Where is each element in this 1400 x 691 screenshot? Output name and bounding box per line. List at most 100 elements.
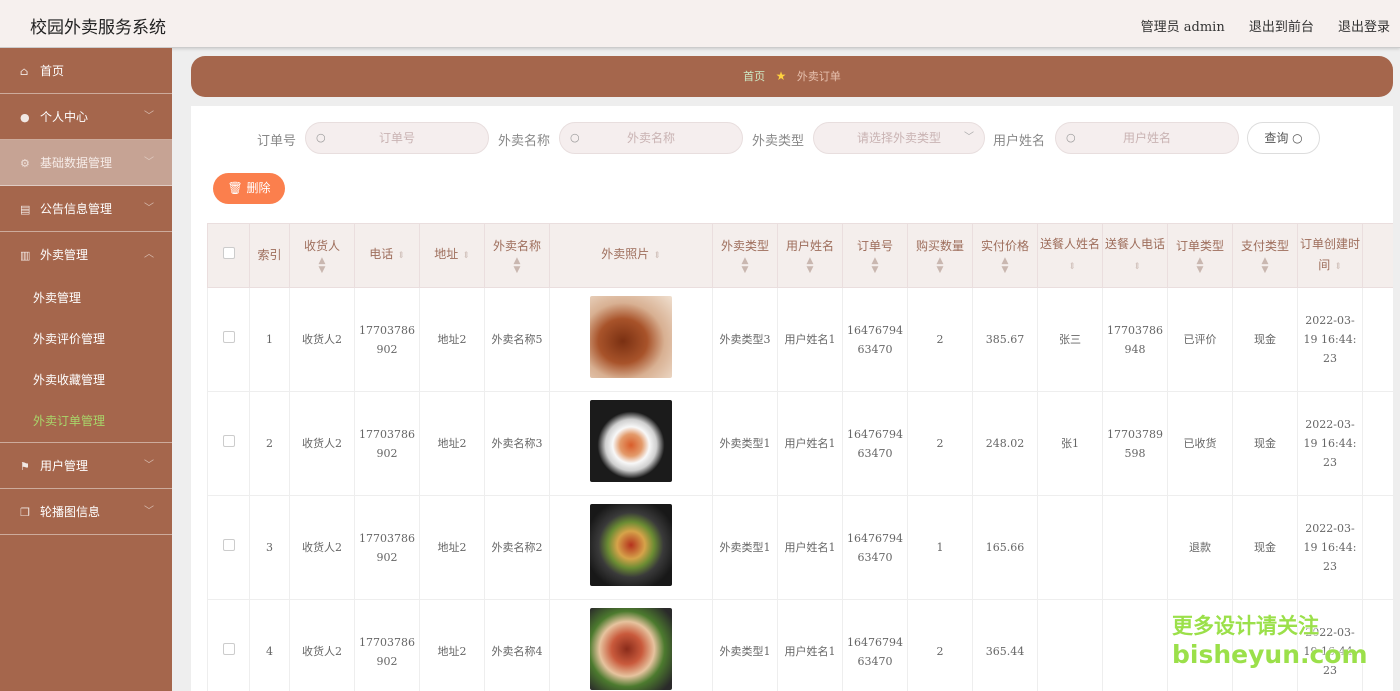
cell-address: 地址2 (420, 600, 485, 691)
cell-order-type: 已评价 (1168, 288, 1233, 392)
chevron-down-icon: ﹀ (144, 489, 154, 535)
sort-icon: ▲▼ (845, 257, 905, 275)
cell-address: 地址2 (420, 392, 485, 496)
top-bar: 校园外卖服务系统 管理员 admin 退出到前台 退出登录 (0, 0, 1400, 48)
col-header-food-type[interactable]: 外卖类型▲▼ (713, 224, 778, 288)
cell-food-type: 外卖类型3 (713, 288, 778, 392)
trash-icon: 🗑 (227, 181, 242, 195)
col-header-index: 索引 (250, 224, 290, 288)
cell-food-name: 外卖名称2 (485, 496, 550, 600)
cell-qty: 1 (908, 496, 973, 600)
cell-receiver: 收货人2 (290, 496, 355, 600)
app-title: 校园外卖服务系统 (30, 13, 166, 38)
food-photo[interactable] (590, 504, 672, 586)
sort-icon: ▲▼ (487, 257, 547, 275)
sidebar-item-home[interactable]: ⌂首页 (0, 48, 172, 94)
cell-qty: 2 (908, 288, 973, 392)
chevron-down-icon: ﹀ (144, 443, 154, 489)
cell-food-photo (550, 600, 713, 691)
cell-food-type: 外卖类型1 (713, 496, 778, 600)
col-header-pay-type[interactable]: 支付类型▲▼ (1233, 224, 1298, 288)
col-header-receiver[interactable]: 收货人▲▼ (290, 224, 355, 288)
row-checkbox[interactable] (223, 643, 235, 655)
cell-receiver: 收货人2 (290, 600, 355, 691)
cell-user-name: 用户姓名1 (778, 392, 843, 496)
select-all-checkbox[interactable] (223, 247, 235, 259)
select-all-checkbox-cell[interactable] (208, 224, 250, 288)
col-header-address[interactable]: 地址⇕ (420, 224, 485, 288)
order-no-input[interactable]: ○ 订单号 (305, 122, 489, 154)
col-header-user-name[interactable]: 用户姓名▲▼ (778, 224, 843, 288)
sidebar-item-food[interactable]: ▥外卖管理 ︿ (0, 232, 172, 278)
sidebar: ⌂首页 ●个人中心 ﹀ ⚙基础数据管理 ﹀ ▤公告信息管理 ﹀ ▥外卖管理 ︿ … (0, 48, 172, 691)
col-header-courier-phone[interactable]: 送餐人电话⇕ (1103, 224, 1168, 288)
sidebar-item-personal-center[interactable]: ●个人中心 ﹀ (0, 94, 172, 140)
sidebar-subitem-food[interactable]: 外卖管理 (0, 278, 172, 319)
admin-user-link[interactable]: 管理员 admin (1141, 20, 1225, 35)
col-header-phone[interactable]: 电话⇕ (355, 224, 420, 288)
cell-qty: 2 (908, 392, 973, 496)
cell-price: 165.66 (973, 496, 1038, 600)
cell-created: 2022-03-19 16:44:23 (1298, 288, 1363, 392)
cell-user-name: 用户姓名1 (778, 496, 843, 600)
cell-receiver: 收货人2 (290, 392, 355, 496)
cell-phone: 17703786902 (355, 392, 420, 496)
cell-food-type: 外卖类型1 (713, 392, 778, 496)
chevron-down-icon: ﹀ (144, 140, 154, 186)
sidebar-item-basic-data[interactable]: ⚙基础数据管理 ﹀ (0, 140, 172, 186)
sidebar-subitem-food-order[interactable]: 外卖订单管理 (0, 401, 172, 442)
cell-food-photo (550, 496, 713, 600)
chevron-down-icon: ﹀ (144, 186, 154, 232)
sidebar-item-label: 个人中心 (40, 110, 88, 124)
col-header-courier-name[interactable]: 送餐人姓名⇕ (1038, 224, 1103, 288)
cell-address: 地址2 (420, 288, 485, 392)
sidebar-item-notice[interactable]: ▤公告信息管理 ﹀ (0, 186, 172, 232)
col-header-created[interactable]: 订单创建时间⇕ (1298, 224, 1363, 288)
cell-actions (1363, 392, 1394, 496)
cell-price: 248.02 (973, 392, 1038, 496)
col-header-food-photo[interactable]: 外卖照片⇕ (550, 224, 713, 288)
col-header-order-no[interactable]: 订单号▲▼ (843, 224, 908, 288)
sidebar-item-users[interactable]: ⚑ 用户管理 ﹀ (0, 443, 172, 489)
sidebar-submenu: 外卖管理 外卖评价管理 外卖收藏管理 外卖订单管理 (0, 278, 172, 443)
sort-icon: ⇕ (1133, 262, 1141, 272)
search-icon: ○ (1066, 123, 1076, 153)
row-checkbox[interactable] (223, 539, 235, 551)
row-checkbox[interactable] (223, 331, 235, 343)
col-header-qty[interactable]: 购买数量▲▼ (908, 224, 973, 288)
delete-button[interactable]: 🗑 删除 (213, 173, 285, 204)
user-icon: ● (20, 95, 34, 141)
col-header-order-type[interactable]: 订单类型▲▼ (1168, 224, 1233, 288)
col-header-food-name[interactable]: 外卖名称▲▼ (485, 224, 550, 288)
sort-icon: ⇕ (462, 251, 470, 261)
breadcrumb: 首页 ★ 外卖订单 (191, 56, 1393, 97)
food-name-input[interactable]: ○ 外卖名称 (559, 122, 743, 154)
row-checkbox[interactable] (223, 435, 235, 447)
col-header-price[interactable]: 实付价格▲▼ (973, 224, 1038, 288)
sidebar-item-label: 用户管理 (40, 459, 88, 473)
sidebar-subitem-food-review[interactable]: 外卖评价管理 (0, 319, 172, 360)
query-button[interactable]: 查询 ○ (1247, 122, 1320, 154)
cell-phone: 17703786902 (355, 288, 420, 392)
sort-icon: ⇕ (397, 251, 405, 261)
sidebar-subitem-food-favorite[interactable]: 外卖收藏管理 (0, 360, 172, 401)
user-name-input[interactable]: ○ 用户姓名 (1055, 122, 1239, 154)
cell-order-type: 退款 (1168, 496, 1233, 600)
cell-created: 2022-03-19 16:44:23 (1298, 392, 1363, 496)
food-photo[interactable] (590, 608, 672, 690)
exit-to-frontend-link[interactable]: 退出到前台 (1249, 20, 1314, 35)
food-photo[interactable] (590, 400, 672, 482)
sidebar-item-label: 公告信息管理 (40, 202, 112, 216)
logout-link[interactable]: 退出登录 (1338, 20, 1390, 35)
food-type-select[interactable]: 请选择外卖类型 ﹀ (813, 122, 985, 154)
cell-food-photo (550, 288, 713, 392)
cell-food-type: 外卖类型1 (713, 600, 778, 691)
flag-icon: ⚑ (20, 444, 34, 490)
breadcrumb-home[interactable]: 首页 (743, 70, 765, 83)
cell-food-name: 外卖名称3 (485, 392, 550, 496)
food-photo[interactable] (590, 296, 672, 378)
sidebar-item-carousel[interactable]: ❐轮播图信息 ﹀ (0, 489, 172, 535)
sort-icon: ▲▼ (975, 257, 1035, 275)
cell-food-photo (550, 392, 713, 496)
sort-icon: ⇕ (1068, 262, 1076, 272)
